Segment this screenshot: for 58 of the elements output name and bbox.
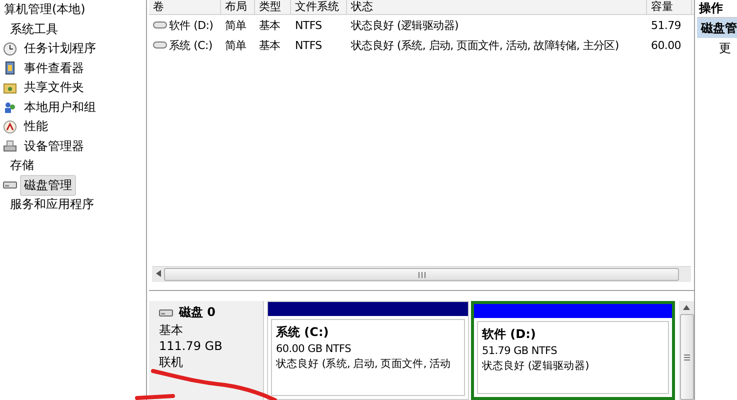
table-cell-text: NTFS xyxy=(294,18,323,32)
scrollbar-thumb[interactable] xyxy=(680,314,694,400)
log-icon xyxy=(3,61,17,76)
table-cell-text: 状态良好 (系统, 启动, 页面文件, 活动, 故障转储, 主分区) xyxy=(350,38,620,52)
tree-item[interactable]: 共享文件夹 xyxy=(20,77,88,98)
tree-item[interactable]: 任务计划程序 xyxy=(20,38,100,60)
column-header[interactable]: 文件系统 xyxy=(291,0,347,14)
column-header[interactable]: 容量 xyxy=(647,0,692,14)
table-cell-text: 状态良好 (逻辑驱动器) xyxy=(350,18,460,32)
table-cell-text: 简单 xyxy=(224,18,248,32)
table-cell-text: 60.00 xyxy=(650,38,682,52)
table-cell: 软件 (D:) xyxy=(169,18,214,32)
column-header[interactable]: 类型 xyxy=(255,0,291,14)
vertical-scrollbar[interactable] xyxy=(679,301,694,400)
device-icon xyxy=(3,139,17,154)
action-item[interactable]: 磁盘管 xyxy=(697,18,737,38)
partition-name: 系统 (C:) xyxy=(276,324,330,341)
tree-item[interactable]: 存储 xyxy=(6,155,38,176)
disk-status: 联机 xyxy=(159,355,184,369)
tree-item[interactable]: 性能 xyxy=(20,116,52,138)
table-row[interactable]: 软件 (D:) 简单 基本 NTFS 状态良好 (逻辑驱动器) 51.79 xyxy=(149,15,694,35)
partition-size: 51.79 GB NTFS xyxy=(482,345,558,357)
folder-icon xyxy=(3,80,17,95)
table-cell-text: 简单 xyxy=(224,38,248,52)
drive-icon xyxy=(153,41,167,49)
partition-block[interactable]: 系统 (C:) 60.00 GB NTFS 状态良好 (系统, 启动, 页面文件, 活动 xyxy=(267,301,469,400)
scrollbar-thumb[interactable] xyxy=(164,268,679,281)
table-cell-text: 51.79 xyxy=(650,18,682,32)
disk-type: 基本 xyxy=(159,323,184,337)
column-header[interactable]: 布局 xyxy=(221,0,255,14)
partition-block[interactable]: 软件 (D:) 51.79 GB NTFS 状态良好 (逻辑驱动器) xyxy=(471,301,675,400)
table-cell-text: 基本 xyxy=(258,38,282,52)
column-header[interactable]: 状态 xyxy=(347,0,647,14)
table-cell: 系统 (C:) xyxy=(169,38,212,52)
tree-item[interactable]: 系统工具 xyxy=(6,18,62,40)
partition-name: 软件 (D:) xyxy=(482,326,537,343)
tree-item[interactable]: 事件查看器 xyxy=(20,58,88,79)
table-cell-text: 基本 xyxy=(258,18,282,32)
tree-item[interactable]: 算机管理(本地) xyxy=(0,0,90,20)
users-icon xyxy=(3,100,17,114)
gauge-icon xyxy=(3,120,17,134)
tree-item[interactable]: 设备管理器 xyxy=(20,136,88,157)
partition-size: 60.00 GB NTFS xyxy=(276,343,352,355)
horizontal-scrollbar[interactable] xyxy=(152,266,691,282)
table-row[interactable]: 系统 (C:) 简单 基本 NTFS 状态良好 (系统, 启动, 页面文件, 活动, 故障转储, 主分区) 60.00 xyxy=(149,35,694,55)
disk-size: 111.79 GB xyxy=(159,339,224,353)
disk-name: 磁盘 0 xyxy=(179,304,216,321)
partition-status: 状态良好 (逻辑驱动器) xyxy=(482,359,590,373)
tree-item[interactable]: 磁盘管理 xyxy=(20,174,76,196)
tree-item[interactable]: 本地用户和组 xyxy=(20,96,100,118)
table-cell-text: NTFS xyxy=(294,38,323,52)
partition-status: 状态良好 (系统, 启动, 页面文件, 活动 xyxy=(276,357,452,371)
tree-item[interactable]: 服务和应用程序 xyxy=(6,194,98,216)
clock-icon xyxy=(3,42,17,56)
column-header[interactable]: 卷 xyxy=(149,0,221,14)
up-arrow-icon[interactable] xyxy=(683,305,690,310)
drive-icon xyxy=(153,21,167,29)
action-item[interactable]: 更 xyxy=(697,38,737,58)
